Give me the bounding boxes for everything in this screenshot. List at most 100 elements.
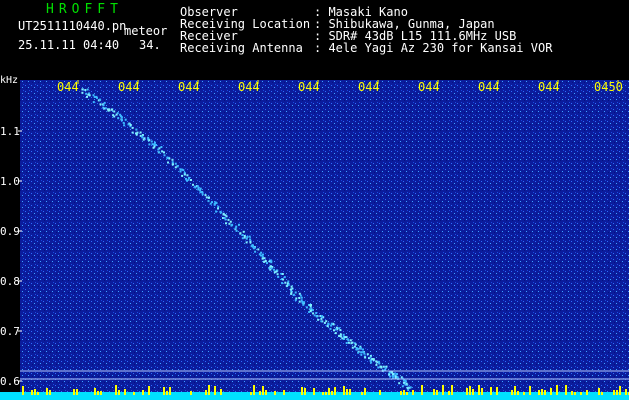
signal-spike [46, 388, 48, 395]
trail-speckle [183, 173, 186, 176]
trail-speckle [290, 285, 293, 288]
trail-speckle [320, 315, 323, 318]
trail-speckle [353, 345, 356, 348]
trail-speckle [313, 314, 316, 317]
y-tick-label: 0.8 [0, 275, 20, 288]
trail-speckle [330, 322, 333, 325]
signal-spike [22, 386, 24, 395]
signal-spike [76, 389, 78, 395]
trail-speckle [312, 312, 315, 315]
signal-spike [274, 391, 276, 395]
signal-spike [34, 389, 36, 395]
trail-speckle [281, 273, 284, 275]
trail-speckle [344, 336, 347, 339]
trail-speckle [273, 268, 275, 271]
trail-speckle [309, 310, 312, 313]
trail-speckle [120, 118, 123, 121]
trail-speckle [199, 189, 202, 192]
trail-speckle [88, 94, 91, 97]
trail-speckle [174, 162, 177, 165]
trail-speckle [136, 131, 139, 134]
trail-speckle [338, 327, 341, 330]
signal-spike [265, 390, 267, 395]
trail-speckle [253, 246, 256, 249]
event-tag: meteor [124, 24, 168, 38]
signal-spike [361, 392, 363, 395]
trail-speckle [179, 168, 182, 171]
trail-speckle [93, 96, 96, 98]
trail-speckle [329, 327, 332, 330]
signal-spike [490, 387, 492, 395]
signal-spike [448, 391, 450, 395]
trail-speckle [99, 103, 102, 106]
signal-spike [625, 389, 627, 395]
trail-speckle [366, 353, 369, 356]
signal-spike [580, 392, 582, 395]
trail-speckle [141, 136, 144, 139]
trail-speckle [239, 232, 242, 235]
trail-speckle [139, 131, 142, 134]
trail-speckle [332, 323, 335, 326]
trail-speckle [235, 225, 238, 228]
trail-speckle [325, 320, 328, 323]
signal-spike [538, 390, 540, 395]
trail-speckle [131, 131, 134, 134]
signal-spike [601, 392, 603, 395]
trail-speckle [335, 328, 338, 331]
signal-spike [220, 389, 222, 395]
signal-spike [163, 387, 165, 395]
trail-speckle [382, 365, 385, 368]
signal-spike [469, 386, 471, 395]
y-tick-label: 0.9 [0, 225, 20, 238]
trail-speckle [370, 361, 373, 364]
trail-speckle [102, 104, 105, 107]
trail-speckle [113, 110, 116, 113]
trail-speckle [409, 386, 412, 389]
trail-speckle [122, 121, 125, 124]
trail-speckle [398, 382, 401, 385]
trail-speckle [354, 343, 357, 346]
signal-spike [49, 390, 51, 395]
signal-spike [343, 386, 345, 395]
trail-speckle [266, 262, 268, 265]
trail-speckle [305, 306, 308, 309]
trail-speckle [294, 291, 297, 294]
signal-spike [403, 390, 405, 395]
trail-speckle [142, 138, 145, 141]
signal-spike [433, 389, 435, 395]
trail-speckle [257, 248, 260, 251]
trail-speckle [187, 178, 190, 181]
signal-spike [262, 386, 264, 395]
signal-spike [544, 390, 546, 395]
trail-speckle [167, 161, 169, 164]
trail-speckle [345, 342, 348, 344]
trail-speckle [217, 207, 219, 210]
trail-speckle [238, 223, 240, 226]
trail-speckle [351, 346, 354, 349]
x-tick-label: 044 [238, 80, 260, 94]
signal-spike [529, 386, 531, 395]
trail-speckle [392, 373, 395, 376]
signal-spike [412, 390, 414, 395]
trail-speckle [211, 201, 213, 204]
trail-speckle [174, 166, 177, 169]
x-tick-label: 044 [478, 80, 500, 94]
trail-speckle [190, 179, 192, 181]
trail-speckle [104, 107, 107, 110]
trail-speckle [225, 215, 228, 218]
signal-spike [214, 386, 216, 395]
trail-speckle [282, 278, 285, 281]
signal-spike [442, 385, 444, 395]
signal-spike [379, 390, 381, 395]
trail-speckle [171, 161, 174, 164]
trail-speckle [86, 88, 89, 91]
trail-speckle [388, 371, 391, 374]
signal-spike [133, 392, 135, 395]
trail-speckle [155, 144, 157, 146]
trail-speckle [193, 185, 196, 188]
signal-spike [169, 387, 171, 395]
trail-speckle [111, 108, 114, 111]
signal-spike [301, 387, 303, 395]
count-label: 34. [139, 38, 161, 52]
trail-speckle [355, 348, 358, 351]
